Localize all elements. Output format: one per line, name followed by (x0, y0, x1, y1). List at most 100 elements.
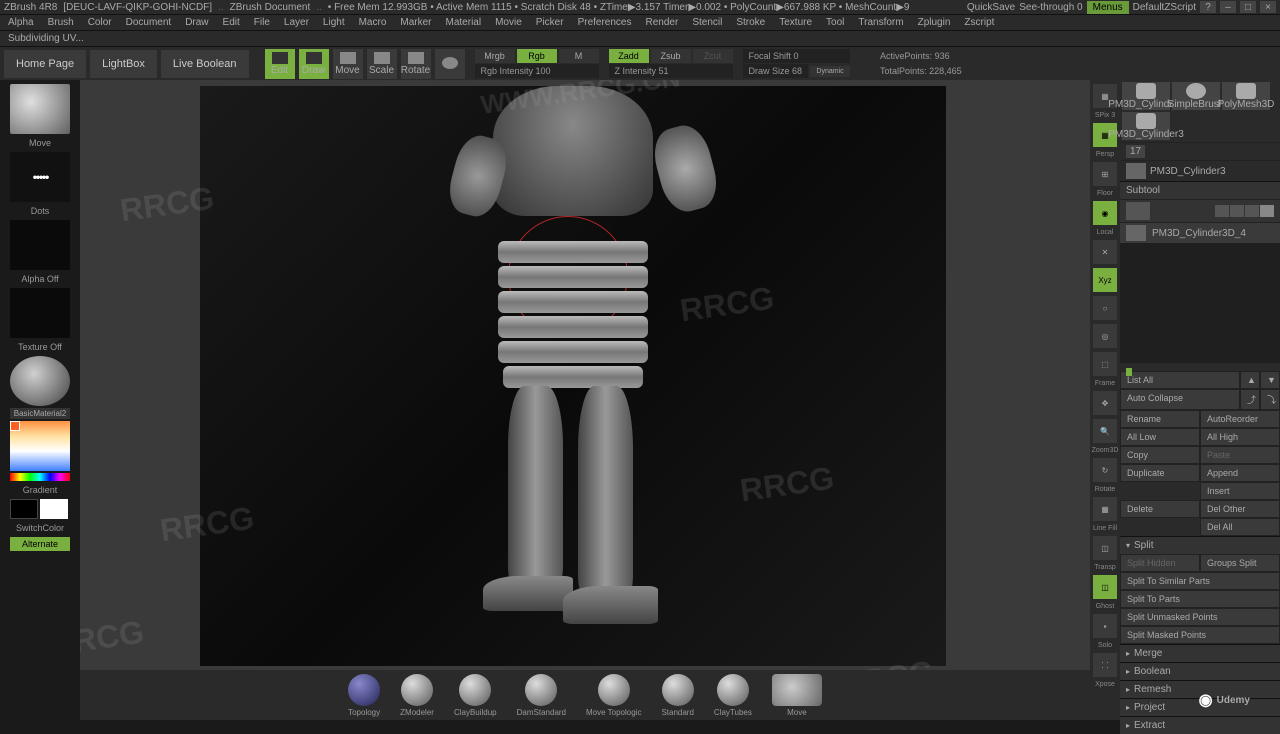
subtool-header[interactable]: Subtool (1120, 181, 1280, 199)
mrgb-toggle[interactable]: Mrgb (475, 49, 515, 63)
visibility-toggle[interactable] (1245, 205, 1259, 217)
tool-thumb[interactable]: PM3D_Cylinder3 (1122, 82, 1170, 110)
gizmo-tool[interactable] (435, 49, 465, 79)
zcut-toggle[interactable]: Zcut (693, 49, 733, 63)
menu-transform[interactable]: Transform (858, 17, 903, 28)
focal-shift-slider[interactable]: Focal Shift 0 (743, 49, 851, 63)
edit-tool[interactable]: Edit (265, 49, 295, 79)
live-boolean-button[interactable]: Live Boolean (161, 50, 249, 78)
menu-tool[interactable]: Tool (826, 17, 844, 28)
menus-button[interactable]: Menus (1087, 1, 1129, 14)
material-thumbnail[interactable] (10, 356, 70, 406)
menu-edit[interactable]: Edit (223, 17, 240, 28)
tool-thumb[interactable]: SimpleBrush (1172, 82, 1220, 110)
splitmasked-button[interactable]: Split Masked Points (1120, 626, 1280, 644)
groupssplit-button[interactable]: Groups Split (1200, 554, 1280, 572)
brush-claytubes[interactable]: ClayTubes (714, 674, 752, 717)
rename-button[interactable]: Rename (1120, 410, 1200, 428)
zoom-button[interactable]: 🔍 (1093, 419, 1117, 443)
menu-movie[interactable]: Movie (495, 17, 522, 28)
zsub-toggle[interactable]: Zsub (651, 49, 691, 63)
append-button[interactable]: Append (1200, 464, 1280, 482)
listall-button[interactable]: List All (1120, 371, 1240, 389)
insert-button[interactable]: Insert (1200, 482, 1280, 500)
home-page-button[interactable]: Home Page (4, 50, 86, 78)
menu-preferences[interactable]: Preferences (578, 17, 632, 28)
paste-button[interactable]: Paste (1200, 446, 1280, 464)
menu-draw[interactable]: Draw (185, 17, 208, 28)
duplicate-button[interactable]: Duplicate (1120, 464, 1200, 482)
brush-claybuildup[interactable]: ClayBuildup (454, 674, 497, 717)
tool-thumb[interactable]: PM3D_Cylinder3 (1122, 112, 1170, 140)
close-icon[interactable]: × (1260, 1, 1276, 13)
subtool-list[interactable] (1120, 243, 1280, 363)
xyz-button[interactable]: Xyz (1093, 268, 1117, 292)
z-intensity-slider[interactable]: Z Intensity 51 (609, 64, 733, 78)
arrow-up-icon[interactable]: ▲ (1240, 371, 1260, 389)
solo-button[interactable]: ▪ (1093, 614, 1117, 638)
boolean-section[interactable]: Boolean (1120, 662, 1280, 680)
spix-label[interactable]: SPix 3 (1095, 112, 1115, 119)
autocollapse-button[interactable]: Auto Collapse (1120, 389, 1240, 410)
menu-zplugin[interactable]: Zplugin (918, 17, 951, 28)
brush-damstandard[interactable]: DamStandard (517, 674, 566, 717)
menu-material[interactable]: Material (446, 17, 482, 28)
maximize-icon[interactable]: □ (1240, 1, 1256, 13)
menu-brush[interactable]: Brush (48, 17, 74, 28)
rotate-tool[interactable]: Rotate (401, 49, 431, 79)
menu-picker[interactable]: Picker (536, 17, 564, 28)
subtool-item[interactable]: PM3D_Cylinder3D_4 (1120, 222, 1280, 243)
menu-light[interactable]: Light (323, 17, 345, 28)
menu-document[interactable]: Document (126, 17, 172, 28)
center-button[interactable]: ◎ (1093, 324, 1117, 348)
move-tool[interactable]: Move (333, 49, 363, 79)
splitunmasked-button[interactable]: Split Unmasked Points (1120, 608, 1280, 626)
splithidden-button[interactable]: Split Hidden (1120, 554, 1200, 572)
help-icon[interactable]: ? (1200, 1, 1216, 13)
brush-thumbnail[interactable] (10, 84, 70, 134)
lightbox-button[interactable]: LightBox (90, 50, 157, 78)
tool-thumb[interactable]: PolyMesh3D (1222, 82, 1270, 110)
eye-icon[interactable] (1260, 205, 1274, 217)
brush-topology[interactable]: Topology (348, 674, 380, 717)
alternate-button[interactable]: Alternate (10, 537, 70, 551)
splitsimilar-button[interactable]: Split To Similar Parts (1120, 572, 1280, 590)
menu-render[interactable]: Render (646, 17, 679, 28)
gradient-label[interactable]: Gradient (23, 483, 58, 497)
primary-color-swatch[interactable] (40, 499, 68, 519)
menu-alpha[interactable]: Alpha (8, 17, 34, 28)
floor-button[interactable]: ⊞ (1093, 162, 1117, 186)
color-picker[interactable] (10, 421, 70, 471)
transp-button[interactable]: ◫ (1093, 536, 1117, 560)
brush-standard[interactable]: Standard (661, 674, 693, 717)
alllow-button[interactable]: All Low (1120, 428, 1200, 446)
menu-macro[interactable]: Macro (359, 17, 387, 28)
menu-zscript[interactable]: Zscript (964, 17, 994, 28)
delall-button[interactable]: Del All (1200, 518, 1280, 536)
default-zscript[interactable]: DefaultZScript (1133, 2, 1196, 13)
stroke-thumbnail[interactable] (10, 152, 70, 202)
local-button[interactable]: ◉ (1093, 201, 1117, 225)
xpose-button[interactable]: ⸬ (1093, 653, 1117, 677)
menu-texture[interactable]: Texture (779, 17, 812, 28)
extract-section[interactable]: Extract (1120, 716, 1280, 734)
menu-stroke[interactable]: Stroke (736, 17, 765, 28)
copy-button[interactable]: Copy (1120, 446, 1200, 464)
scale-tool[interactable]: Scale (367, 49, 397, 79)
ghost-button[interactable]: ◫ (1093, 575, 1117, 599)
draw-size-slider[interactable]: Draw Size 68 (743, 64, 809, 78)
visibility-toggle[interactable] (1230, 205, 1244, 217)
draw-tool[interactable]: Draw (299, 49, 329, 79)
autoreorder-button[interactable]: AutoReorder (1200, 410, 1280, 428)
allhigh-button[interactable]: All High (1200, 428, 1280, 446)
texture-thumbnail[interactable] (10, 288, 70, 338)
alpha-thumbnail[interactable] (10, 220, 70, 270)
splitparts-button[interactable]: Split To Parts (1120, 590, 1280, 608)
brush-move[interactable]: Move (772, 674, 822, 717)
viewport[interactable]: WWW.RRCG.CN RRCG RRCG RRCG RRCG RRCG RRC… (80, 80, 1090, 720)
switch-color-button[interactable]: SwitchColor (16, 521, 64, 535)
secondary-color-swatch[interactable] (10, 499, 38, 519)
frame-button[interactable]: ⬚ (1093, 352, 1117, 376)
split-section[interactable]: Split (1120, 536, 1280, 554)
menu-file[interactable]: File (254, 17, 270, 28)
